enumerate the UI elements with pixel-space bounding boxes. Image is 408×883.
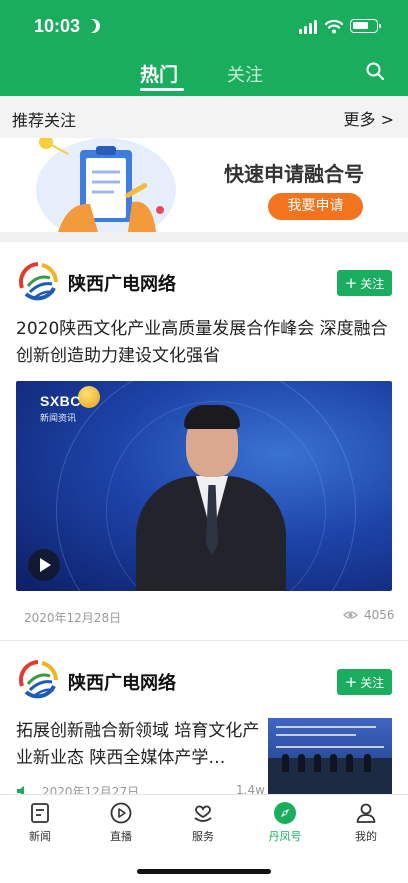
tab-news[interactable]: 新闻 <box>10 801 70 844</box>
tab-follow[interactable]: 关注 <box>227 61 263 87</box>
tab-label: 服务 <box>192 830 214 843</box>
more-link[interactable]: 更多 > <box>344 106 395 130</box>
tab-label: 丹凤号 <box>268 830 302 843</box>
clipboard-illustration-icon <box>36 138 176 232</box>
eye-icon <box>343 611 358 619</box>
anchor-hair <box>184 405 240 429</box>
tab-service[interactable]: 服务 <box>173 801 233 844</box>
follow-label: 关注 <box>360 676 385 690</box>
wifi-icon <box>325 19 343 34</box>
view-count: 4056 <box>364 608 395 622</box>
tab-label: 我的 <box>355 830 377 843</box>
card-divider <box>0 640 408 641</box>
signal-icon <box>299 20 319 34</box>
article-headline[interactable]: 2020陕西文化产业高质量发展合作峰会 深度融合创新创造助力建设文化强省 <box>16 316 396 370</box>
thumbnail-person <box>282 754 289 772</box>
battery-icon <box>350 19 381 33</box>
app-header: 10:03 热门 关注 <box>0 0 408 96</box>
thumbnail-screen <box>268 718 392 758</box>
recommend-title: 推荐关注 <box>12 111 77 130</box>
thumbnail-text-line <box>276 734 356 736</box>
compass-icon <box>274 802 296 824</box>
recommend-bar: 推荐关注 更多 > <box>0 96 408 138</box>
tab-label: 直播 <box>110 830 132 843</box>
account-logo-icon <box>18 660 58 699</box>
account-name[interactable]: 陕西广电网络 <box>68 270 176 296</box>
status-time: 10:03 <box>34 16 81 36</box>
tv-logo-text: SXBC <box>40 393 81 409</box>
news-icon <box>31 803 49 823</box>
thumbnail-person <box>330 754 337 772</box>
article-thumbnail[interactable] <box>268 718 392 794</box>
tab-mine[interactable]: 我的 <box>336 801 396 844</box>
account-logo-icon <box>18 262 58 301</box>
section-gap <box>0 232 408 242</box>
follow-label: 关注 <box>360 277 385 291</box>
article-date: 2020年12月28日 <box>24 611 122 625</box>
account-name[interactable]: 陕西广电网络 <box>68 669 176 695</box>
home-indicator[interactable] <box>137 869 271 874</box>
apply-banner[interactable]: 快速申请融合号 我要申请 <box>0 138 408 232</box>
profile-icon <box>356 803 376 823</box>
thumbnail-person <box>298 754 305 772</box>
video-player[interactable]: SXBC 新闻资讯 <box>16 381 392 591</box>
banner-title: 快速申请融合号 <box>224 162 364 186</box>
play-circle-icon <box>110 802 132 824</box>
thumbnail-text-line <box>276 726 376 728</box>
search-icon[interactable] <box>365 61 385 81</box>
tv-logo-subtext: 新闻资讯 <box>40 413 77 423</box>
service-heart-icon <box>194 805 212 822</box>
thumbnail-person <box>364 754 371 772</box>
tab-label: 新闻 <box>29 830 51 843</box>
moon-icon <box>82 19 96 33</box>
follow-button[interactable]: + 关注 <box>337 270 392 296</box>
article-headline[interactable]: 拓展创新融合新领域 培育文化产业新业态 陕西全媒体产学… <box>16 718 261 772</box>
plus-icon: + <box>344 274 358 292</box>
tv-station-logo: SXBC 新闻资讯 <box>40 393 81 424</box>
tab-danfeng[interactable]: 丹凤号 <box>255 801 315 844</box>
plus-icon: + <box>344 673 358 691</box>
play-icon[interactable] <box>28 549 60 581</box>
tab-hot[interactable]: 热门 <box>140 60 178 87</box>
tab-live[interactable]: 直播 <box>91 801 151 844</box>
tab-active-indicator <box>140 88 184 91</box>
apply-button[interactable]: 我要申请 <box>268 193 363 220</box>
follow-button[interactable]: + 关注 <box>337 669 392 695</box>
thumbnail-person <box>314 754 321 772</box>
tv-logo-ball-icon <box>78 386 100 408</box>
thumbnail-text-line <box>276 746 384 748</box>
thumbnail-person <box>346 754 353 772</box>
